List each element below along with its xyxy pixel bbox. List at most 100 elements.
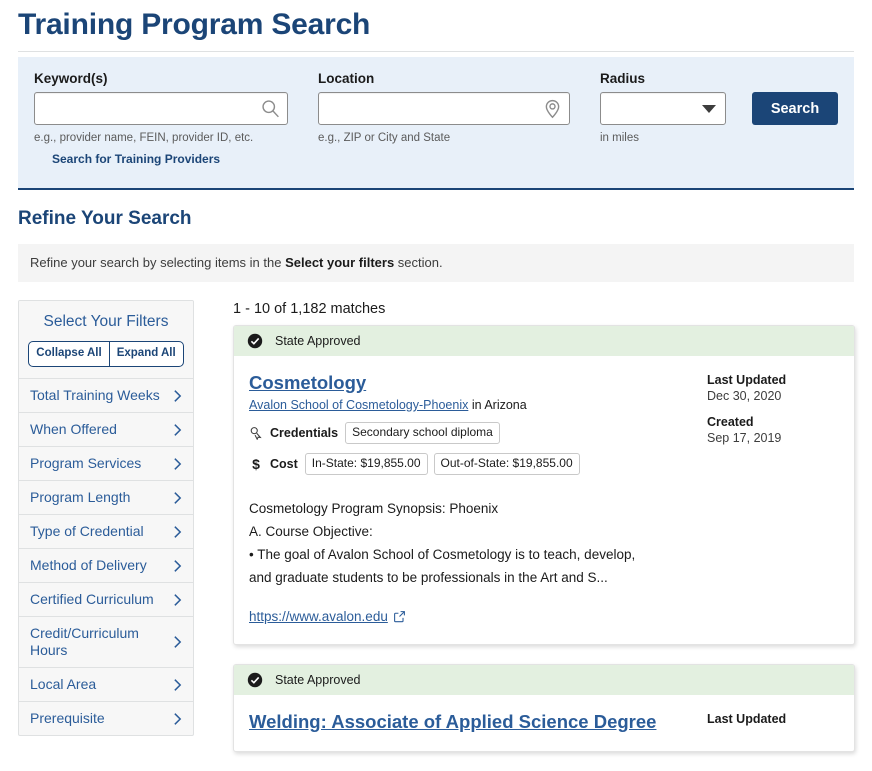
keyword-label: Keyword(s) [34,71,108,86]
filter-toggle-group: Collapse All Expand All [28,341,184,367]
filter-item-program-services[interactable]: Program Services [19,447,193,481]
chevron-down-icon [702,105,716,113]
location-label: Location [318,71,375,86]
results-column: 1 - 10 of 1,182 matches State Approved C… [233,300,872,771]
filter-item-label: Type of Credential [30,523,144,539]
cost-row: $ Cost In-State: $19,855.00 Out-of-State… [249,453,688,475]
chevron-right-icon [172,388,183,404]
radius-label: Radius [600,71,646,86]
filter-item-program-length[interactable]: Program Length [19,481,193,515]
radius-select-wrap [600,92,726,125]
match-count: 1 - 10 of 1,182 matches [233,301,386,317]
program-title-link[interactable]: Welding: Associate of Applied Science De… [249,711,656,733]
result-card[interactable]: State Approved Welding: Associate of App… [233,664,855,752]
program-title-link[interactable]: Cosmetology [249,372,366,394]
result-card[interactable]: State Approved Cosmetology Avalon School… [233,325,855,645]
filter-item-certified-curriculum[interactable]: Certified Curriculum [19,583,193,617]
chevron-right-icon [172,524,183,540]
location-input-wrap [318,92,570,125]
chevron-right-icon [172,490,183,506]
cost-pill-out-of-state: Out-of-State: $19,855.00 [433,453,580,475]
title-divider [18,51,854,52]
filter-item-type-of-credential[interactable]: Type of Credential [19,515,193,549]
synopsis-line: and graduate students to be professional… [249,570,608,585]
keyword-input-wrap [34,92,288,125]
status-badge-label: State Approved [275,672,361,687]
search-input[interactable] [34,92,288,125]
credential-pill: Secondary school diploma [345,422,500,444]
page-title: Training Program Search [18,8,371,41]
filter-item-label: Credit/Curriculum Hours [30,625,139,658]
status-badge-label: State Approved [275,333,361,348]
keyword-hint: e.g., provider name, FEIN, provider ID, … [34,132,254,144]
filter-item-when-offered[interactable]: When Offered [19,413,193,447]
radius-field-group: Radius in miles [600,71,726,145]
cost-pill-in-state: In-State: $19,855.00 [304,453,428,475]
last-updated-label: Last Updated [707,712,787,726]
radius-hint: in miles [600,132,639,144]
refine-your-search-heading: Refine Your Search [18,208,192,229]
search-for-training-providers-link[interactable]: Search for Training Providers [52,152,288,166]
provider-line: Avalon School of Cosmetology-Phoenix in … [249,397,688,413]
synopsis-line: A. Course Objective: [249,524,373,539]
chevron-right-icon [172,634,183,650]
created-label: Created [707,415,754,429]
location-field-group: Location e.g., ZIP or City and State [318,71,570,145]
refine-instruction-note: Refine your search by selecting items in… [18,244,854,282]
chevron-right-icon [172,592,183,608]
content-columns: Select Your Filters Collapse All Expand … [18,300,872,771]
chevron-right-icon [172,558,183,574]
filter-item-label: Program Services [30,455,142,471]
refine-note-emphasis: Select your filters [285,255,395,270]
program-website-url: https://www.avalon.edu [249,609,388,624]
refine-note-suffix: section. [394,255,443,270]
provider-link[interactable]: Avalon School of Cosmetology-Phoenix [249,398,468,412]
filter-item-prerequisite[interactable]: Prerequisite [19,702,193,735]
last-updated-value: Dec 30, 2020 [707,389,782,403]
credentials-label: Credentials [270,425,339,440]
filter-item-label: Method of Delivery [30,557,147,573]
result-card-meta: Last Updated Dec 30, 2020 Created Sep 17… [704,372,839,626]
filter-item-method-of-delivery[interactable]: Method of Delivery [19,549,193,583]
filter-item-label: Program Length [30,489,131,505]
status-badge: State Approved [234,326,854,356]
filter-item-label: Certified Curriculum [30,591,154,607]
chevron-right-icon [172,422,183,438]
check-circle-icon [247,333,263,349]
program-website-link[interactable]: https://www.avalon.edu [249,608,406,625]
status-badge: State Approved [234,665,854,695]
chevron-right-icon [172,711,183,727]
result-card-body: Cosmetology Avalon School of Cosmetology… [234,356,854,644]
refine-note-prefix: Refine your search by selecting items in… [30,255,286,270]
check-circle-icon [247,672,263,688]
filter-item-total-training-weeks[interactable]: Total Training Weeks [19,379,193,413]
filter-item-label: Total Training Weeks [30,387,160,403]
filter-item-label: Local Area [30,676,97,692]
result-card-main: Cosmetology Avalon School of Cosmetology… [249,372,688,626]
result-card-meta: Last Updated [704,711,839,733]
keyword-field-group: Keyword(s) e.g., provider name, FEIN, pr… [34,71,288,166]
created-value: Sep 17, 2019 [707,431,782,445]
last-updated-label: Last Updated [707,373,787,387]
filter-item-label: Prerequisite [30,710,105,726]
credentials-row: Credentials Secondary school diploma [249,422,688,444]
collapse-all-button[interactable]: Collapse All [29,342,108,366]
search-panel: Keyword(s) e.g., provider name, FEIN, pr… [18,57,854,190]
filter-item-local-area[interactable]: Local Area [19,668,193,702]
filters-heading: Select Your Filters [43,313,169,330]
filter-item-label: When Offered [30,421,117,437]
result-card-body: Welding: Associate of Applied Science De… [234,695,854,751]
filters-sidebar: Select Your Filters Collapse All Expand … [18,300,194,736]
synopsis-line: • The goal of Avalon School of Cosmetolo… [249,547,636,562]
location-input[interactable] [318,92,570,125]
provider-location: in Arizona [468,398,527,412]
chevron-right-icon [172,456,183,472]
training-program-search-page: Training Program Search Keyword(s) e.g.,… [0,0,872,752]
filter-item-credit-curriculum-hours[interactable]: Credit/Curriculum Hours [19,617,193,668]
result-card-main: Welding: Associate of Applied Science De… [249,711,688,733]
dollar-icon: $ [252,456,260,472]
expand-all-button[interactable]: Expand All [108,342,183,366]
external-link-icon [393,610,406,623]
search-button[interactable]: Search [752,92,838,125]
award-ribbon-icon [249,426,263,441]
